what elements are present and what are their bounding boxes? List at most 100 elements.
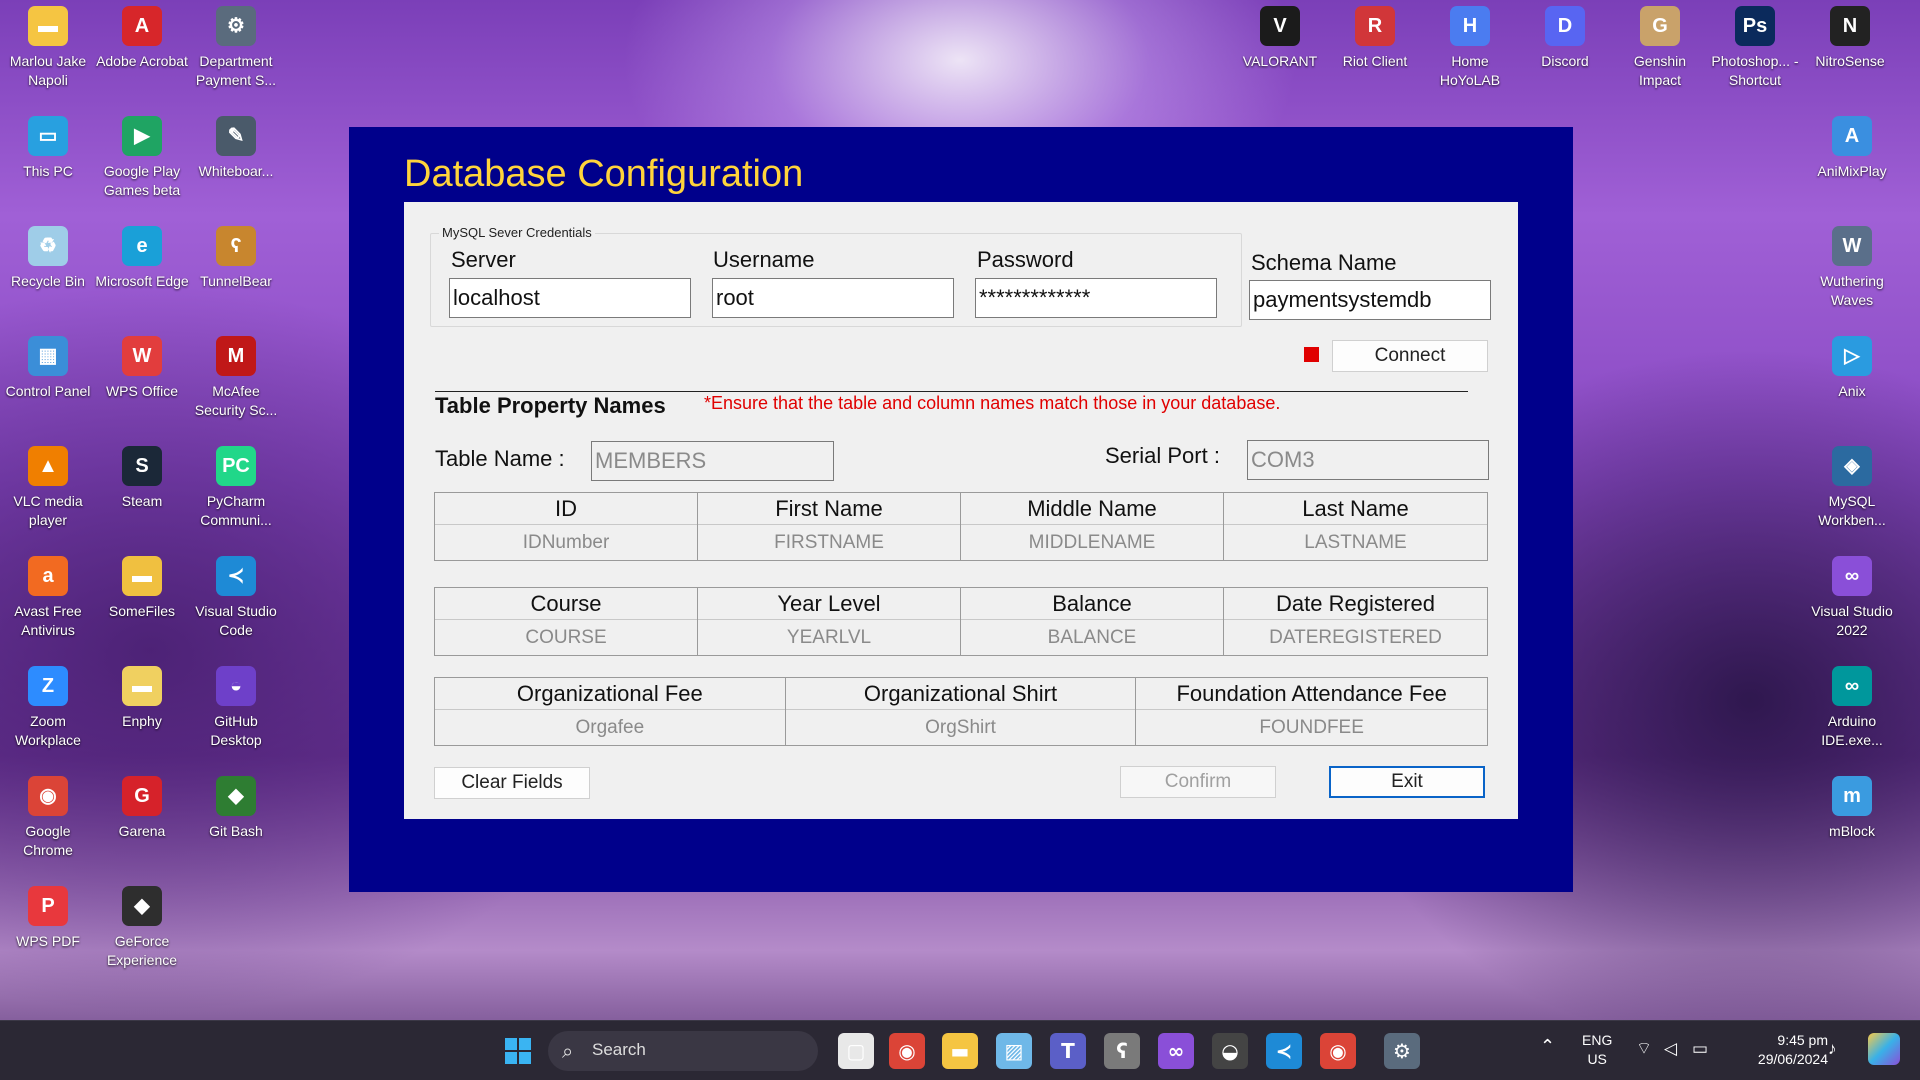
desktop-shortcut[interactable]: S Steam bbox=[94, 440, 190, 546]
desktop-shortcut[interactable]: ʕ TunnelBear bbox=[188, 220, 284, 326]
desktop-shortcut[interactable]: A Adobe Acrobat bbox=[94, 0, 190, 106]
connection-status-indicator bbox=[1304, 347, 1319, 362]
desktop-shortcut[interactable]: ◈ MySQL Workben... bbox=[1804, 440, 1900, 546]
taskbar-search[interactable]: ⌕ Search bbox=[548, 1031, 818, 1071]
desktop-shortcut[interactable]: a Avast Free Antivirus bbox=[0, 550, 96, 656]
column-mapping-input[interactable]: IDNumber bbox=[435, 525, 697, 560]
desktop-shortcut[interactable]: ▷ Anix bbox=[1804, 330, 1900, 436]
desktop-shortcut[interactable]: ▬ Enphy bbox=[94, 660, 190, 766]
column-mapping-input[interactable]: Orgafee bbox=[435, 710, 785, 745]
start-button[interactable] bbox=[500, 1033, 536, 1069]
clock[interactable]: 9:45 pm 29/06/2024 bbox=[1736, 1031, 1828, 1069]
desktop-shortcut-label: Recycle Bin bbox=[11, 273, 85, 289]
table-name-input[interactable]: MEMBERS bbox=[591, 441, 834, 481]
desktop-shortcut-label: Arduino IDE.exe... bbox=[1821, 713, 1883, 748]
column-mapping-input[interactable]: MIDDLENAME bbox=[961, 525, 1223, 560]
column-mapping-input[interactable]: FOUNDFEE bbox=[1136, 710, 1487, 745]
vscode-icon[interactable]: ≺ bbox=[1266, 1033, 1302, 1069]
desktop-shortcut[interactable]: D Discord bbox=[1517, 0, 1613, 106]
connect-button[interactable]: Connect bbox=[1332, 340, 1488, 372]
serial-port-input[interactable]: COM3 bbox=[1247, 440, 1489, 480]
battery-icon[interactable]: ▭ bbox=[1692, 1039, 1708, 1058]
column-mapping: First Name FIRSTNAME bbox=[698, 493, 961, 560]
column-mapping-input[interactable]: BALANCE bbox=[961, 620, 1223, 655]
desktop-shortcut[interactable]: e Microsoft Edge bbox=[94, 220, 190, 326]
github-icon[interactable]: ◒ bbox=[1212, 1033, 1248, 1069]
desktop-shortcut[interactable]: ▬ SomeFiles bbox=[94, 550, 190, 656]
desktop-shortcut[interactable]: PC PyCharm Communi... bbox=[188, 440, 284, 546]
column-mapping-input[interactable]: LASTNAME bbox=[1224, 525, 1487, 560]
column-mapping-input[interactable]: DATEREGISTERED bbox=[1224, 620, 1487, 655]
column-mapping-input[interactable]: COURSE bbox=[435, 620, 697, 655]
tunnelbear-icon[interactable]: ʕ bbox=[1104, 1033, 1140, 1069]
exit-button[interactable]: Exit bbox=[1329, 766, 1485, 798]
mysql-workbench-icon: ◈ bbox=[1832, 446, 1872, 486]
desktop-shortcut[interactable]: m mBlock bbox=[1804, 770, 1900, 876]
desktop-shortcut[interactable]: R Riot Client bbox=[1327, 0, 1423, 106]
desktop-shortcut[interactable]: W WPS Office bbox=[94, 330, 190, 436]
desktop-shortcut[interactable]: ⚙ Department Payment S... bbox=[188, 0, 284, 106]
desktop-shortcut[interactable]: ◒ GitHub Desktop bbox=[188, 660, 284, 766]
volume-icon[interactable]: ◁ bbox=[1664, 1039, 1677, 1058]
desktop-shortcut-label: Microsoft Edge bbox=[95, 273, 189, 289]
clear-fields-button[interactable]: Clear Fields bbox=[434, 767, 590, 799]
notifications-bell-icon[interactable]: ♪ bbox=[1828, 1039, 1837, 1058]
desktop-shortcut[interactable]: A AniMixPlay bbox=[1804, 110, 1900, 216]
desktop-shortcut[interactable]: P WPS PDF bbox=[0, 880, 96, 986]
desktop-shortcut[interactable]: V VALORANT bbox=[1232, 0, 1328, 106]
username-input[interactable]: root bbox=[712, 278, 954, 318]
show-hidden-icons-chevron-icon[interactable]: ⌃ bbox=[1540, 1037, 1555, 1056]
desktop-shortcut-label: Control Panel bbox=[5, 383, 91, 399]
desktop-shortcut[interactable]: ♻ Recycle Bin bbox=[0, 220, 96, 326]
desktop-shortcut[interactable]: ▦ Control Panel bbox=[0, 330, 96, 436]
chrome-profile-icon[interactable]: ◉ bbox=[1320, 1033, 1356, 1069]
desktop-shortcut[interactable]: ◆ Git Bash bbox=[188, 770, 284, 876]
desktop-shortcut[interactable]: ▬ Marlou Jake Napoli bbox=[0, 0, 96, 106]
column-mapping-input[interactable]: YEARLVL bbox=[698, 620, 960, 655]
desktop-shortcut[interactable]: ◉ Google Chrome bbox=[0, 770, 96, 876]
desktop-shortcut[interactable]: N NitroSense bbox=[1802, 0, 1898, 106]
desktop-shortcut-label: Discord bbox=[1541, 53, 1589, 69]
taskbar: ⌕ Search ▢ ◉ ▬ ▨ Tʕ ∞ ◒ ≺ ◉ ⚙ ⌃ ENG US ⌔ ◁ ▭ 9:45… bbox=[0, 1020, 1920, 1080]
visual-studio-icon[interactable]: ∞ bbox=[1158, 1033, 1194, 1069]
desktop-shortcut[interactable]: ≺ Visual Studio Code bbox=[188, 550, 284, 656]
desktop-shortcut-label: Department Payment S... bbox=[195, 53, 277, 88]
desktop-shortcut[interactable]: W Wuthering Waves bbox=[1804, 220, 1900, 326]
task-view-icon[interactable]: ▢ bbox=[838, 1033, 874, 1069]
app-shortcut-icon[interactable]: ⚙ bbox=[1384, 1033, 1420, 1069]
desktop-shortcut[interactable]: G Genshin Impact bbox=[1612, 0, 1708, 106]
schema-name-input[interactable]: paymentsystemdb bbox=[1249, 280, 1491, 320]
server-label: Server bbox=[451, 247, 516, 272]
desktop-shortcut[interactable]: H Home HoYoLAB bbox=[1422, 0, 1518, 106]
photos-icon[interactable]: ▨ bbox=[996, 1033, 1032, 1069]
desktop-shortcut[interactable]: Ps Photoshop... - Shortcut bbox=[1707, 0, 1803, 106]
password-input[interactable]: ************* bbox=[975, 278, 1217, 318]
column-mapping-input[interactable]: OrgShirt bbox=[786, 710, 1136, 745]
desktop-shortcut[interactable]: ∞ Arduino IDE.exe... bbox=[1804, 660, 1900, 766]
desktop-shortcut[interactable]: ✎ Whiteboar... bbox=[188, 110, 284, 216]
desktop-shortcut[interactable]: ▶ Google Play Games beta bbox=[94, 110, 190, 216]
desktop-shortcut[interactable]: ▭ This PC bbox=[0, 110, 96, 216]
file-explorer-icon[interactable]: ▬ bbox=[942, 1033, 978, 1069]
column-mapping: Foundation Attendance Fee FOUNDFEE bbox=[1136, 678, 1487, 745]
desktop-shortcut-label: Garena bbox=[118, 823, 166, 839]
wifi-icon[interactable]: ⌔ bbox=[1636, 1039, 1652, 1058]
desktop-shortcut[interactable]: G Garena bbox=[94, 770, 190, 876]
riot-client-icon: R bbox=[1355, 6, 1395, 46]
desktop-shortcut-label: WPS Office bbox=[105, 383, 179, 399]
desktop-shortcut[interactable]: ▲ VLC media player bbox=[0, 440, 96, 546]
server-input[interactable]: localhost bbox=[449, 278, 691, 318]
chrome-icon[interactable]: ◉ bbox=[889, 1033, 925, 1069]
desktop-shortcut[interactable]: ◆ GeForce Experience bbox=[94, 880, 190, 986]
column-mapping-input[interactable]: FIRSTNAME bbox=[698, 525, 960, 560]
teams-icon[interactable]: T bbox=[1050, 1033, 1086, 1069]
language-indicator[interactable]: ENG US bbox=[1582, 1031, 1612, 1069]
desktop-shortcut[interactable]: ∞ Visual Studio 2022 bbox=[1804, 550, 1900, 656]
confirm-button[interactable]: Confirm bbox=[1120, 766, 1276, 798]
copilot-icon[interactable] bbox=[1868, 1033, 1900, 1065]
configuration-panel: MySQL Sever Credentials Server localhost… bbox=[404, 202, 1518, 819]
desktop-shortcut[interactable]: M McAfee Security Sc... bbox=[188, 330, 284, 436]
desktop-shortcut-label: Avast Free Antivirus bbox=[14, 603, 82, 638]
desktop-shortcut[interactable]: Z Zoom Workplace bbox=[0, 660, 96, 766]
table-name-label: Table Name : bbox=[435, 446, 565, 471]
